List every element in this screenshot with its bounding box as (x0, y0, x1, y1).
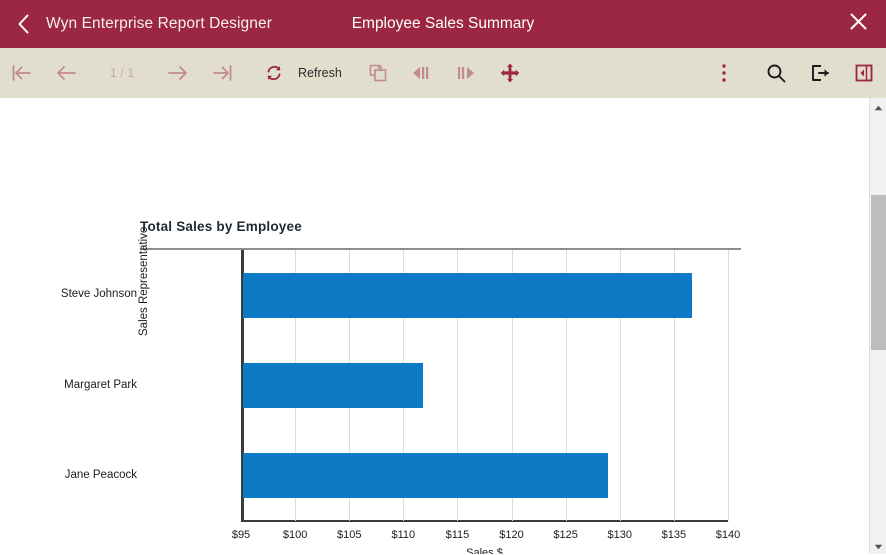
chart-x-tick-label: $130 (607, 529, 633, 541)
page-mode-button[interactable] (356, 48, 400, 98)
chevron-left-icon (17, 14, 30, 34)
title-bar: Wyn Enterprise Report Designer Employee … (0, 0, 886, 48)
first-page-icon (10, 63, 34, 83)
chart-gridline (728, 250, 729, 521)
last-page-button[interactable] (200, 48, 244, 98)
close-icon (849, 12, 868, 36)
previous-section-icon (410, 63, 434, 83)
scroll-down-arrow-icon (874, 537, 883, 555)
more-options-button[interactable] (702, 48, 746, 98)
app-title: Wyn Enterprise Report Designer (46, 15, 272, 32)
chart-x-tick-label: $125 (553, 529, 578, 541)
chart-x-tick-label: $105 (336, 529, 362, 541)
chart-y-axis-title: Sales Representative (138, 226, 150, 336)
next-page-button[interactable] (156, 48, 200, 98)
previous-section-button[interactable] (400, 48, 444, 98)
next-page-icon (166, 63, 190, 83)
scroll-thumb[interactable] (871, 195, 886, 350)
chart-x-axis-title: Sales $ (466, 547, 503, 554)
close-button[interactable] (836, 0, 880, 48)
toolbar: 1 / 1 Refresh (0, 48, 886, 98)
export-button[interactable] (798, 48, 842, 98)
chart-x-tick-label: $140 (715, 529, 741, 541)
search-button[interactable] (754, 48, 798, 98)
chart-title: Total Sales by Employee (140, 219, 302, 234)
chart-plot-area (241, 250, 729, 522)
sidebar-toggle-button[interactable] (842, 48, 886, 98)
pan-button[interactable] (488, 48, 532, 98)
search-icon (765, 62, 787, 84)
chart-category-label: Steve Johnson (60, 288, 137, 301)
chart-x-tick-label: $115 (445, 529, 470, 541)
next-section-button[interactable] (444, 48, 488, 98)
chart-x-tick-label: $95 (231, 529, 251, 541)
refresh-button[interactable] (252, 48, 296, 98)
chart-x-tick-label: $120 (499, 529, 524, 541)
more-vertical-icon (721, 62, 727, 84)
chart-x-tick-label: $100 (282, 529, 308, 541)
first-page-button[interactable] (0, 48, 44, 98)
chart-category-label: Jane Peacock (64, 468, 137, 481)
scroll-up-arrow-icon (874, 98, 883, 116)
toggle-sidebar-icon (853, 62, 875, 84)
export-icon (809, 62, 831, 84)
chart-category-label: Margaret Park (64, 378, 137, 391)
previous-page-button[interactable] (44, 48, 88, 98)
chart-bar[interactable] (243, 363, 423, 408)
chart-x-tick-label: $110 (391, 529, 416, 541)
last-page-icon (210, 63, 234, 83)
report-canvas: Total Sales by Employee Steve Johnson Mar… (0, 98, 869, 554)
refresh-icon (263, 62, 285, 84)
chart-x-axis (241, 520, 728, 522)
next-section-icon (454, 63, 478, 83)
single-continuous-page-icon (367, 62, 389, 84)
chart-bar[interactable] (243, 453, 608, 499)
page-indicator[interactable]: 1 / 1 (88, 66, 156, 80)
scroll-down-button[interactable] (870, 537, 886, 554)
prev-page-icon (54, 63, 78, 83)
back-button[interactable] (0, 0, 46, 48)
pan-move-icon (499, 62, 521, 84)
scroll-up-button[interactable] (870, 98, 886, 115)
chart-bar[interactable] (243, 272, 693, 318)
refresh-label[interactable]: Refresh (296, 66, 348, 80)
chart-x-tick-label: $135 (661, 529, 687, 541)
vertical-scrollbar[interactable] (869, 98, 886, 554)
